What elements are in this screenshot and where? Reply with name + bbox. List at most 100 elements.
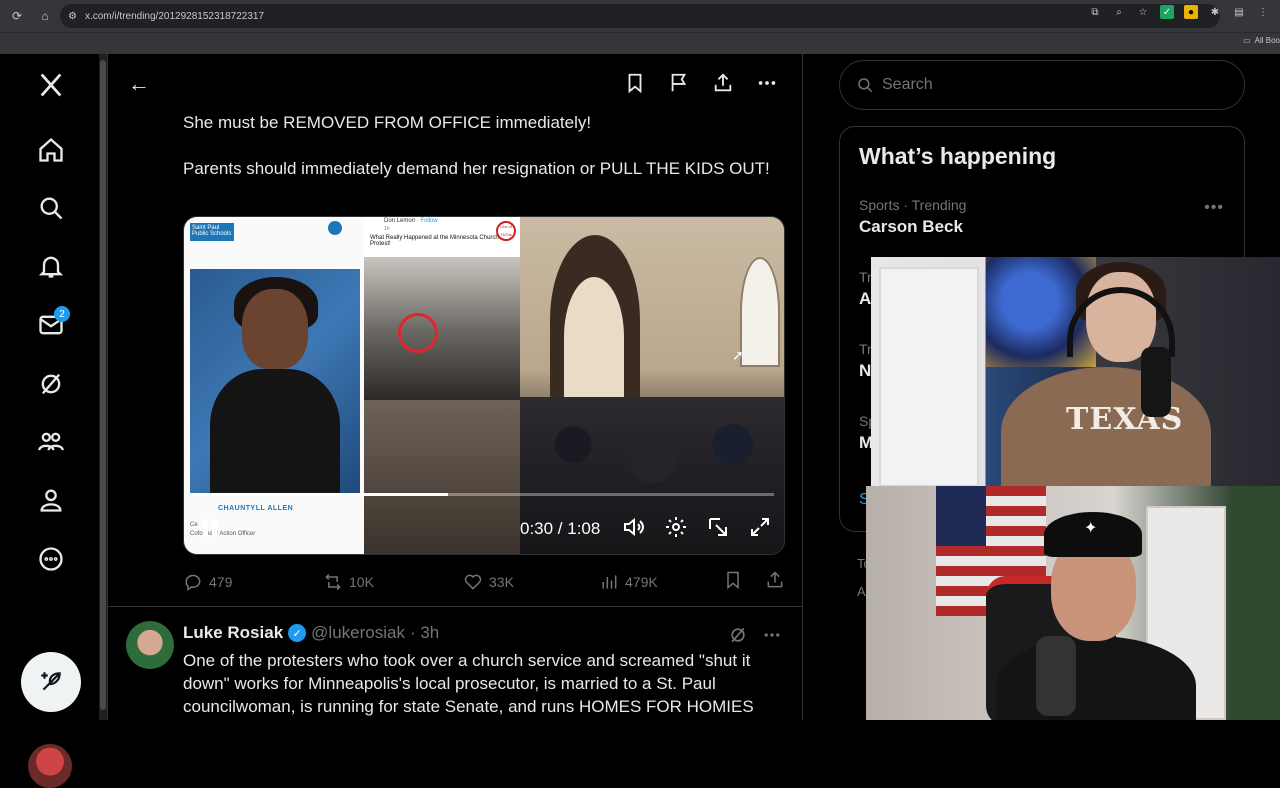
messages-nav-icon[interactable]: 2	[30, 304, 72, 346]
reply-count: 479	[209, 574, 233, 590]
news-panel: Saint Paul Public Schools CHAUNTYLL ALLE…	[184, 217, 364, 554]
stained-glass-window	[740, 257, 780, 367]
video-controls: 0:30 / 1:08	[184, 507, 784, 547]
feather-icon	[41, 672, 61, 691]
tweet-body: One of the protesters who took over a ch…	[183, 651, 754, 716]
protest-photo	[364, 257, 520, 400]
grok-nav-icon[interactable]	[30, 363, 72, 405]
left-nav: 2	[0, 54, 100, 788]
reply-tweet[interactable]: Luke Rosiak ✓ @lukerosiak · 3h One of th…	[108, 607, 802, 720]
repost-count: 10K	[349, 574, 374, 590]
more-options-icon[interactable]	[762, 625, 782, 645]
webcam-overlay-top: TEXAS	[871, 257, 1280, 487]
like-button[interactable]: 33K	[463, 572, 599, 592]
grok-icon[interactable]	[728, 625, 748, 645]
engagement-bar: 479 10K 33K 479K	[183, 570, 785, 594]
mouse-cursor-icon: ➚	[732, 347, 744, 363]
author-name[interactable]: Luke Rosiak	[183, 623, 283, 643]
extensions-icon[interactable]: ✱	[1208, 5, 1222, 19]
libs-of-tiktok-logo: Libs of TikTok	[496, 221, 516, 241]
cap-logo-icon: ✦	[1084, 520, 1098, 537]
volume-icon[interactable]	[622, 515, 646, 539]
extension-green-icon[interactable]: ✓	[1160, 5, 1174, 19]
picture-in-picture-icon[interactable]	[706, 515, 730, 539]
main-column: ← She must be REMOVED FROM OFFICE immedi…	[107, 54, 803, 720]
browser-chrome: ⟳ ⌂ ⚙ x.com/i/trending/20129281523187223…	[0, 0, 1280, 54]
more-nav-icon[interactable]	[30, 538, 72, 580]
sidepanel-icon[interactable]: ▤	[1232, 5, 1246, 19]
extension-yellow-icon[interactable]: ●	[1184, 5, 1198, 19]
site-info-icon[interactable]: ⚙	[68, 11, 77, 22]
explore-nav-icon[interactable]	[30, 187, 72, 229]
install-icon[interactable]: ⧉	[1088, 5, 1102, 19]
search-placeholder: Search	[882, 76, 933, 93]
site-search-icon	[328, 221, 342, 235]
url-text: x.com/i/trending/2012928152318722317	[84, 10, 265, 22]
footer-a: A	[857, 584, 866, 599]
avatar[interactable]	[126, 621, 174, 669]
fullscreen-icon[interactable]	[748, 515, 772, 539]
overlay-author: Don Lemon · Follow	[384, 218, 438, 224]
news-logo: Saint Paul Public Schools	[190, 223, 234, 241]
reload-icon[interactable]: ⟳	[6, 5, 28, 27]
tweet-time[interactable]: · 3h	[410, 623, 439, 643]
trend-item[interactable]: Tr N	[859, 341, 872, 381]
star-icon[interactable]: ☆	[1136, 5, 1150, 19]
panel-title: What’s happening	[859, 143, 1057, 169]
post-button[interactable]	[21, 652, 81, 712]
video-player[interactable]: Saint Paul Public Schools CHAUNTYLL ALLE…	[183, 216, 785, 555]
social-post-panel: Don Lemon · Follow 1h What Really Happen…	[364, 217, 520, 400]
communities-nav-icon[interactable]	[30, 421, 72, 463]
x-logo-icon[interactable]	[30, 64, 72, 106]
home-icon[interactable]: ⌂	[34, 5, 56, 27]
menu-icon[interactable]: ⋮	[1256, 5, 1270, 19]
heart-icon	[464, 574, 482, 590]
verified-badge-icon: ✓	[288, 624, 307, 642]
like-count: 33K	[489, 574, 514, 590]
zoom-icon[interactable]: ⌕	[1112, 5, 1126, 19]
views-chart-icon	[602, 575, 617, 589]
reply-icon	[185, 574, 201, 591]
repost-button[interactable]: 10K	[323, 572, 463, 592]
highlight-circle	[398, 313, 438, 353]
back-arrow-icon[interactable]: ←	[128, 72, 152, 96]
left-scrollbar[interactable]	[99, 54, 107, 720]
trend-item[interactable]: Sports · Trending Carson Beck	[859, 197, 966, 237]
video-time: 0:30 / 1:08	[520, 519, 601, 538]
overlay-time: 1h	[384, 226, 390, 232]
portrait-photo	[190, 269, 360, 493]
pause-icon[interactable]	[202, 519, 218, 537]
video-progress-bar[interactable]	[192, 493, 774, 496]
bookmark-post-icon[interactable]	[723, 570, 743, 590]
search-icon	[858, 78, 873, 93]
account-avatar[interactable]	[28, 744, 72, 788]
share-post-icon[interactable]	[765, 570, 785, 590]
tweet-header: Luke Rosiak ✓ @lukerosiak · 3h	[183, 623, 439, 643]
more-options-icon[interactable]	[756, 72, 778, 94]
tweet-text-line2: Parents should immediately demand her re…	[183, 159, 770, 178]
all-bookmarks[interactable]: ▭ All Boo	[1243, 36, 1280, 45]
notifications-nav-icon[interactable]	[30, 245, 72, 287]
author-handle[interactable]: @lukerosiak	[311, 623, 405, 643]
microphone-icon	[1141, 347, 1171, 417]
views-button[interactable]: 479K	[599, 572, 658, 592]
share-icon[interactable]	[712, 72, 734, 94]
views-count: 479K	[625, 574, 658, 590]
webcam-overlay-bottom: ✦	[866, 486, 1280, 720]
post-header: ←	[108, 54, 802, 114]
bookmark-icon[interactable]	[624, 72, 646, 94]
church-interior-video	[520, 217, 784, 554]
report-flag-icon[interactable]	[668, 72, 690, 94]
trend-item[interactable]: Tr A	[859, 269, 872, 309]
address-bar[interactable]: ⚙ x.com/i/trending/2012928152318722317	[60, 4, 1220, 28]
search-input[interactable]: Search	[839, 60, 1245, 110]
home-nav-icon[interactable]	[30, 129, 72, 171]
profile-nav-icon[interactable]	[30, 479, 72, 521]
tweet-text-line1: She must be REMOVED FROM OFFICE immediat…	[183, 113, 592, 132]
trend-more-icon[interactable]: •••	[1204, 199, 1224, 217]
reply-button[interactable]: 479	[183, 572, 323, 592]
messages-badge: 2	[54, 306, 70, 322]
microphone-icon	[1036, 636, 1076, 716]
settings-gear-icon[interactable]	[664, 515, 688, 539]
bookmarks-bar: ▭ All Boo	[0, 32, 1280, 54]
